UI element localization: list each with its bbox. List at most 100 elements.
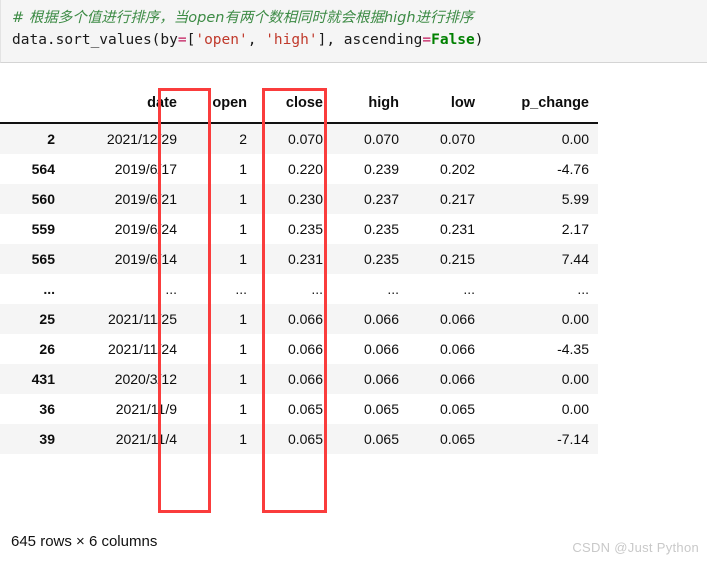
cell-low: 0.065: [408, 394, 484, 424]
cell-low: 0.065: [408, 424, 484, 454]
cell-index: 431: [0, 364, 64, 394]
cell-high: 0.237: [332, 184, 408, 214]
cell-index: 2: [0, 123, 64, 154]
cell-date: 2019/6/24: [64, 214, 186, 244]
code-token-string-high: 'high': [265, 32, 318, 48]
cell-low: 0.070: [408, 123, 484, 154]
cell-open: 1: [186, 214, 256, 244]
cell-close: 0.235: [256, 214, 332, 244]
cell-high: 0.235: [332, 214, 408, 244]
cell-high: ...: [332, 274, 408, 304]
cell-p-change: -4.35: [484, 334, 598, 364]
cell-low: 0.215: [408, 244, 484, 274]
column-header-high: high: [332, 88, 408, 124]
cell-low: 0.202: [408, 154, 484, 184]
table-row: 26 2021/11/24 1 0.066 0.066 0.066 -4.35: [0, 334, 598, 364]
column-header-index: [0, 88, 64, 124]
cell-p-change: 7.44: [484, 244, 598, 274]
code-cell[interactable]: # 根据多个值进行排序，当open有两个数相同时就会根据high进行排序 dat…: [0, 0, 707, 63]
table-row: 431 2020/3/12 1 0.066 0.066 0.066 0.00: [0, 364, 598, 394]
cell-close: ...: [256, 274, 332, 304]
cell-p-change: -7.14: [484, 424, 598, 454]
cell-p-change: -4.76: [484, 154, 598, 184]
cell-index: 26: [0, 334, 64, 364]
cell-date: 2021/11/24: [64, 334, 186, 364]
column-header-open: open: [186, 88, 256, 124]
code-token-equals-1: =: [177, 32, 187, 48]
cell-close: 0.231: [256, 244, 332, 274]
cell-open: 2: [186, 123, 256, 154]
column-header-low: low: [408, 88, 484, 124]
cell-p-change: 5.99: [484, 184, 598, 214]
cell-high: 0.235: [332, 244, 408, 274]
cell-open: 1: [186, 364, 256, 394]
cell-index: 560: [0, 184, 64, 214]
cell-p-change: 0.00: [484, 364, 598, 394]
cell-open: 1: [186, 184, 256, 214]
code-token-comma-2: ,: [326, 32, 344, 48]
cell-p-change: 0.00: [484, 304, 598, 334]
cell-high: 0.066: [332, 364, 408, 394]
watermark: CSDN @Just Python: [572, 540, 699, 555]
cell-close: 0.220: [256, 154, 332, 184]
cell-close: 0.070: [256, 123, 332, 154]
cell-p-change: 2.17: [484, 214, 598, 244]
cell-p-change: 0.00: [484, 123, 598, 154]
cell-open: 1: [186, 304, 256, 334]
table-row: 39 2021/11/4 1 0.065 0.065 0.065 -7.14: [0, 424, 598, 454]
column-header-date: date: [64, 88, 186, 124]
code-token-false: False: [431, 32, 475, 48]
table-row: .....................: [0, 274, 598, 304]
cell-index: 39: [0, 424, 64, 454]
table-row: 559 2019/6/24 1 0.235 0.235 0.231 2.17: [0, 214, 598, 244]
cell-index: 559: [0, 214, 64, 244]
cell-date: 2020/3/12: [64, 364, 186, 394]
code-token-call: data.sort_values(by: [12, 32, 178, 48]
cell-open: 1: [186, 424, 256, 454]
cell-close: 0.065: [256, 424, 332, 454]
table-header: date open close high low p_change: [0, 88, 598, 124]
cell-open: ...: [186, 274, 256, 304]
cell-high: 0.065: [332, 394, 408, 424]
table-body: 2 2021/12/29 2 0.070 0.070 0.070 0.00 564 2019/6…: [0, 123, 598, 454]
table-row: 2 2021/12/29 2 0.070 0.070 0.070 0.00: [0, 123, 598, 154]
cell-open: 1: [186, 394, 256, 424]
cell-open: 1: [186, 334, 256, 364]
cell-date: 2021/11/25: [64, 304, 186, 334]
code-token-comma-1: ,: [247, 32, 266, 48]
code-token-ascending: ascending: [343, 32, 423, 48]
cell-low: 0.231: [408, 214, 484, 244]
cell-high: 0.070: [332, 123, 408, 154]
cell-close: 0.066: [256, 334, 332, 364]
cell-index: 25: [0, 304, 64, 334]
cell-date: 2021/12/29: [64, 123, 186, 154]
cell-date: ...: [64, 274, 186, 304]
code-comment: # 根据多个值进行排序，当open有两个数相同时就会根据high进行排序: [12, 10, 474, 26]
table-row: 565 2019/6/14 1 0.231 0.235 0.215 7.44: [0, 244, 598, 274]
cell-low: 0.217: [408, 184, 484, 214]
cell-high: 0.065: [332, 424, 408, 454]
cell-p-change: ...: [484, 274, 598, 304]
cell-close: 0.066: [256, 304, 332, 334]
cell-low: 0.066: [408, 334, 484, 364]
column-header-p-change: p_change: [484, 88, 598, 124]
code-statement: data.sort_values(by=['open', 'high'], as…: [12, 32, 484, 48]
table-header-row: date open close high low p_change: [0, 88, 598, 124]
cell-index: 564: [0, 154, 64, 184]
cell-low: ...: [408, 274, 484, 304]
cell-open: 1: [186, 154, 256, 184]
dataframe-table: date open close high low p_change 2 2021/…: [0, 88, 598, 454]
cell-close: 0.066: [256, 364, 332, 394]
cell-date: 2019/6/14: [64, 244, 186, 274]
cell-low: 0.066: [408, 364, 484, 394]
column-header-close: close: [256, 88, 332, 124]
cell-low: 0.066: [408, 304, 484, 334]
cell-close: 0.065: [256, 394, 332, 424]
table-row: 560 2019/6/21 1 0.230 0.237 0.217 5.99: [0, 184, 598, 214]
cell-high: 0.066: [332, 334, 408, 364]
cell-date: 2021/11/9: [64, 394, 186, 424]
cell-index: 36: [0, 394, 64, 424]
code-token-equals-2: =: [422, 32, 432, 48]
dataframe-shape-text: 645 rows × 6 columns: [11, 533, 158, 550]
code-token-paren-close: ): [474, 32, 484, 48]
